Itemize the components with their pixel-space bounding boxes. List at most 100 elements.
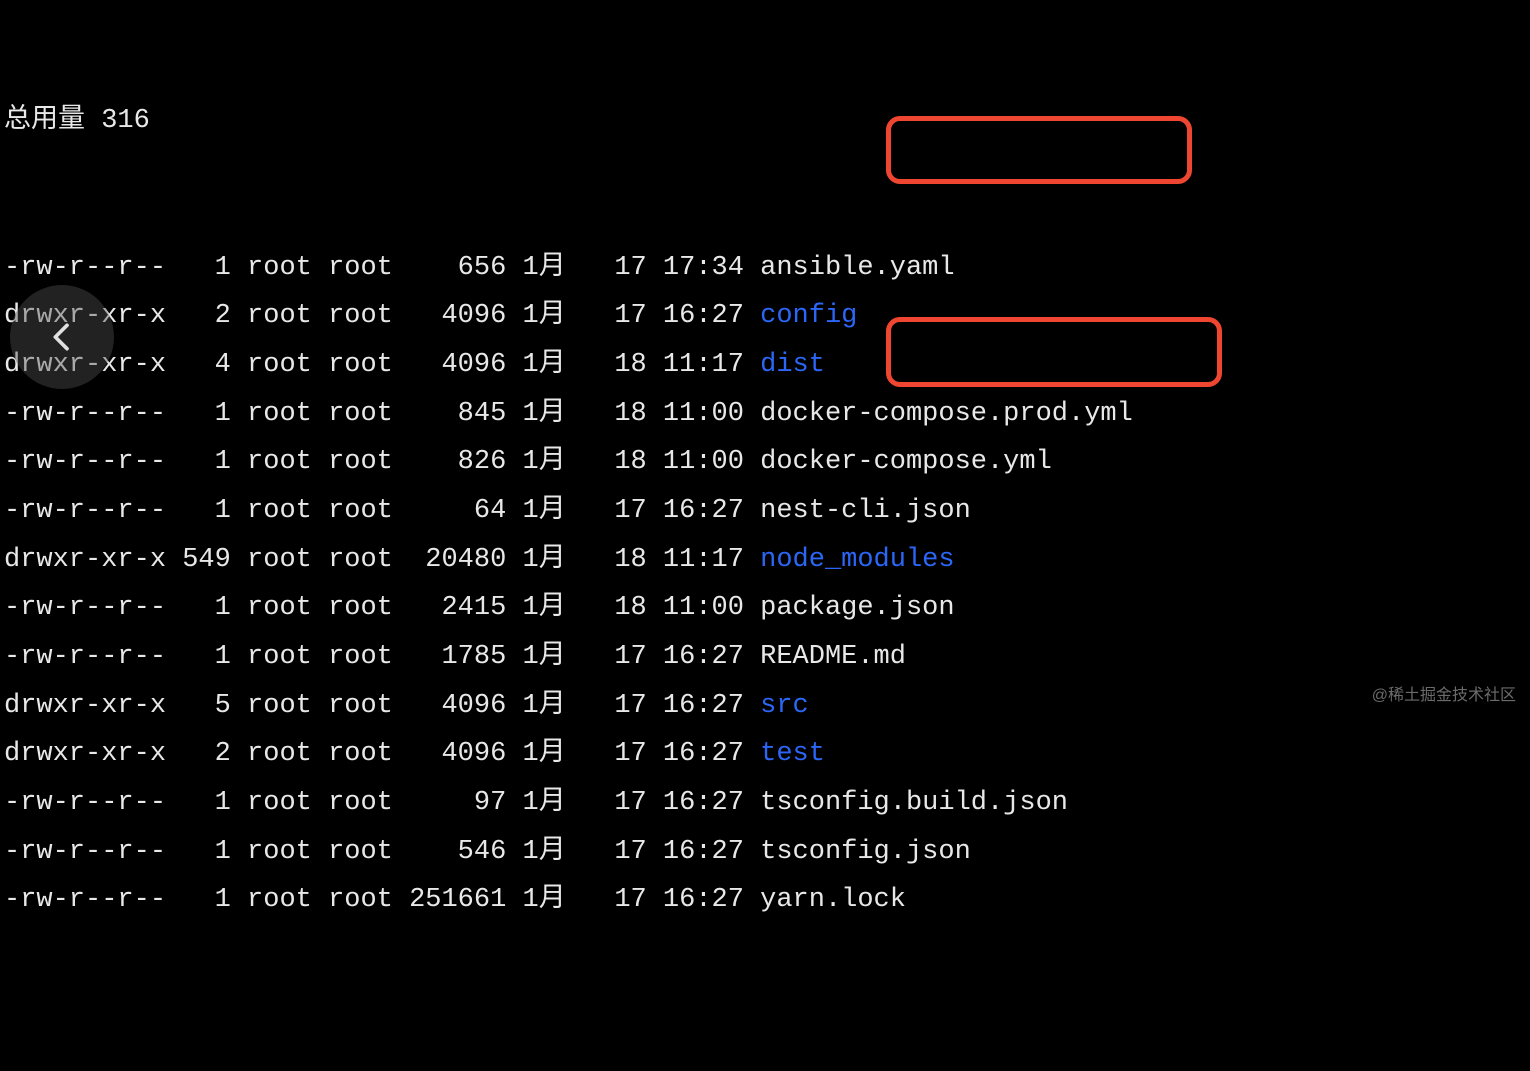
perm: -rw-r--r-- bbox=[4, 447, 166, 477]
perm: -rw-r--r-- bbox=[4, 885, 166, 915]
day: 17 bbox=[614, 739, 646, 769]
total-line: 总用量 316 bbox=[4, 97, 1530, 146]
file-row: drwxr-xr-x 2 root root 4096 1月 17 16:27 … bbox=[4, 730, 1530, 779]
filename: dist bbox=[760, 350, 825, 380]
perm: -rw-r--r-- bbox=[4, 253, 166, 283]
group: root bbox=[328, 885, 393, 915]
owner: root bbox=[247, 447, 312, 477]
filename: tsconfig.build.json bbox=[760, 788, 1068, 818]
group: root bbox=[328, 301, 393, 331]
group: root bbox=[328, 642, 393, 672]
group: root bbox=[328, 593, 393, 623]
group: root bbox=[328, 691, 393, 721]
group: root bbox=[328, 545, 393, 575]
perm: drwxr-xr-x bbox=[4, 691, 166, 721]
perm: -rw-r--r-- bbox=[4, 496, 166, 526]
links: 2 bbox=[182, 301, 231, 331]
links: 2 bbox=[182, 739, 231, 769]
day: 17 bbox=[614, 301, 646, 331]
day: 17 bbox=[614, 837, 646, 867]
filename: README.md bbox=[760, 642, 906, 672]
file-row: drwxr-xr-x 549 root root 20480 1月 18 11:… bbox=[4, 536, 1530, 585]
month: 1月 bbox=[523, 593, 582, 623]
group: root bbox=[328, 447, 393, 477]
filename: package.json bbox=[760, 593, 954, 623]
file-row: drwxr-xr-x 5 root root 4096 1月 17 16:27 … bbox=[4, 682, 1530, 731]
month: 1月 bbox=[523, 691, 582, 721]
file-row: -rw-r--r-- 1 root root 2415 1月 18 11:00 … bbox=[4, 584, 1530, 633]
file-row: drwxr-xr-x 4 root root 4096 1月 18 11:17 … bbox=[4, 341, 1530, 390]
month: 1月 bbox=[523, 301, 582, 331]
perm: -rw-r--r-- bbox=[4, 399, 166, 429]
owner: root bbox=[247, 642, 312, 672]
day: 18 bbox=[614, 399, 646, 429]
owner: root bbox=[247, 350, 312, 380]
owner: root bbox=[247, 593, 312, 623]
links: 1 bbox=[182, 253, 231, 283]
size: 64 bbox=[409, 496, 506, 526]
month: 1月 bbox=[523, 350, 582, 380]
total-label: 总用量 bbox=[4, 106, 85, 136]
file-row: -rw-r--r-- 1 root root 64 1月 17 16:27 ne… bbox=[4, 487, 1530, 536]
filename: config bbox=[760, 301, 857, 331]
time: 11:17 bbox=[663, 350, 744, 380]
links: 1 bbox=[182, 885, 231, 915]
file-listing: -rw-r--r-- 1 root root 656 1月 17 17:34 a… bbox=[4, 244, 1530, 926]
owner: root bbox=[247, 691, 312, 721]
links: 1 bbox=[182, 447, 231, 477]
file-row: drwxr-xr-x 2 root root 4096 1月 17 16:27 … bbox=[4, 292, 1530, 341]
day: 17 bbox=[614, 691, 646, 721]
links: 1 bbox=[182, 593, 231, 623]
file-row: -rw-r--r-- 1 root root 845 1月 18 11:00 d… bbox=[4, 390, 1530, 439]
owner: root bbox=[247, 739, 312, 769]
links: 549 bbox=[182, 545, 231, 575]
file-row: -rw-r--r-- 1 root root 826 1月 18 11:00 d… bbox=[4, 438, 1530, 487]
group: root bbox=[328, 253, 393, 283]
size: 2415 bbox=[409, 593, 506, 623]
total-value: 316 bbox=[101, 106, 150, 136]
perm: -rw-r--r-- bbox=[4, 788, 166, 818]
month: 1月 bbox=[523, 837, 582, 867]
owner: root bbox=[247, 399, 312, 429]
group: root bbox=[328, 837, 393, 867]
owner: root bbox=[247, 788, 312, 818]
size: 251661 bbox=[409, 885, 506, 915]
file-row: -rw-r--r-- 1 root root 97 1月 17 16:27 ts… bbox=[4, 779, 1530, 828]
day: 18 bbox=[614, 545, 646, 575]
month: 1月 bbox=[523, 496, 582, 526]
filename: test bbox=[760, 739, 825, 769]
size: 1785 bbox=[409, 642, 506, 672]
size: 826 bbox=[409, 447, 506, 477]
owner: root bbox=[247, 837, 312, 867]
day: 17 bbox=[614, 788, 646, 818]
time: 16:27 bbox=[663, 691, 744, 721]
file-row: -rw-r--r-- 1 root root 656 1月 17 17:34 a… bbox=[4, 244, 1530, 293]
size: 97 bbox=[409, 788, 506, 818]
links: 1 bbox=[182, 837, 231, 867]
time: 11:00 bbox=[663, 447, 744, 477]
time: 16:27 bbox=[663, 788, 744, 818]
filename: tsconfig.json bbox=[760, 837, 971, 867]
time: 11:00 bbox=[663, 399, 744, 429]
size: 4096 bbox=[409, 739, 506, 769]
size: 4096 bbox=[409, 691, 506, 721]
time: 11:17 bbox=[663, 545, 744, 575]
time: 17:34 bbox=[663, 253, 744, 283]
filename: docker-compose.yml bbox=[760, 447, 1052, 477]
perm: -rw-r--r-- bbox=[4, 642, 166, 672]
chevron-left-icon bbox=[42, 317, 82, 357]
perm: drwxr-xr-x bbox=[4, 545, 166, 575]
file-row: -rw-r--r-- 1 root root 1785 1月 17 16:27 … bbox=[4, 633, 1530, 682]
filename: nest-cli.json bbox=[760, 496, 971, 526]
day: 17 bbox=[614, 885, 646, 915]
size: 20480 bbox=[409, 545, 506, 575]
filename: node_modules bbox=[760, 545, 954, 575]
size: 4096 bbox=[409, 350, 506, 380]
time: 16:27 bbox=[663, 301, 744, 331]
day: 18 bbox=[614, 593, 646, 623]
time: 16:27 bbox=[663, 837, 744, 867]
previous-image-button[interactable] bbox=[10, 285, 114, 389]
month: 1月 bbox=[523, 885, 582, 915]
day: 18 bbox=[614, 447, 646, 477]
filename: docker-compose.prod.yml bbox=[760, 399, 1133, 429]
